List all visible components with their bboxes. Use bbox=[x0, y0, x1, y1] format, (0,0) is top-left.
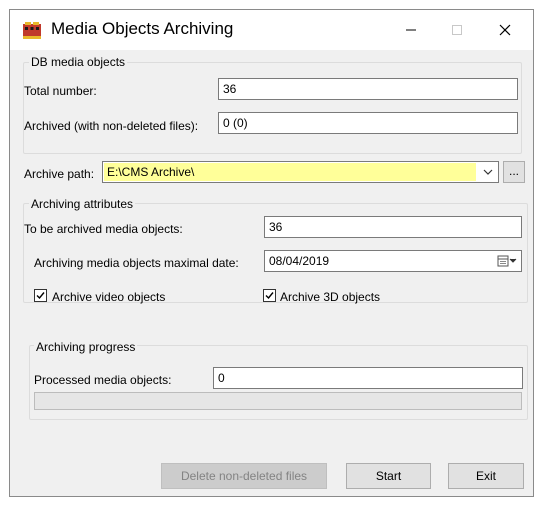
archived-field[interactable]: 0 (0) bbox=[218, 112, 518, 134]
checkmark-icon bbox=[265, 292, 274, 300]
total-number-field[interactable]: 36 bbox=[218, 78, 518, 100]
archive-video-label[interactable]: Archive video objects bbox=[52, 290, 165, 304]
minimize-icon bbox=[406, 29, 416, 31]
app-icon bbox=[22, 20, 42, 40]
archive-path-combo[interactable]: E:\CMS Archive\ bbox=[102, 161, 499, 183]
archiving-dialog: Media Objects Archiving DB media objects… bbox=[9, 9, 534, 497]
window-title: Media Objects Archiving bbox=[51, 19, 234, 38]
attributes-group-title: Archiving attributes bbox=[29, 197, 136, 211]
archive-video-checkbox[interactable] bbox=[34, 289, 47, 302]
close-button[interactable] bbox=[482, 10, 528, 50]
db-media-group-title: DB media objects bbox=[29, 55, 128, 69]
title-bar: Media Objects Archiving bbox=[10, 10, 533, 50]
processed-field[interactable]: 0 bbox=[213, 367, 523, 389]
db-media-group bbox=[23, 62, 522, 154]
maximize-icon bbox=[452, 25, 462, 35]
to-archive-field[interactable]: 36 bbox=[264, 216, 522, 238]
max-date-value: 08/04/2019 bbox=[269, 254, 330, 268]
max-date-label: Archiving media objects maximal date: bbox=[34, 256, 239, 270]
exit-button[interactable]: Exit bbox=[448, 463, 524, 489]
calendar-icon[interactable] bbox=[497, 254, 517, 271]
minimize-button[interactable] bbox=[388, 10, 434, 50]
checkmark-icon bbox=[36, 292, 45, 300]
total-number-label: Total number: bbox=[24, 84, 97, 98]
archive-path-value: E:\CMS Archive\ bbox=[104, 163, 476, 181]
start-button[interactable]: Start bbox=[346, 463, 431, 489]
archive-3d-checkbox[interactable] bbox=[263, 289, 276, 302]
to-archive-label: To be archived media objects: bbox=[24, 222, 183, 236]
max-date-picker[interactable]: 08/04/2019 bbox=[264, 250, 522, 272]
progress-group-title: Archiving progress bbox=[34, 340, 138, 354]
close-icon bbox=[499, 24, 511, 36]
delete-non-deleted-button[interactable]: Delete non-deleted files bbox=[161, 463, 327, 489]
browse-button[interactable]: ... bbox=[503, 161, 525, 183]
maximize-button bbox=[434, 10, 480, 50]
archive-path-label: Archive path: bbox=[24, 167, 95, 181]
processed-label: Processed media objects: bbox=[34, 373, 172, 387]
chevron-down-icon[interactable] bbox=[478, 162, 498, 182]
archive-3d-label[interactable]: Archive 3D objects bbox=[280, 290, 380, 304]
archived-label: Archived (with non-deleted files): bbox=[24, 119, 199, 133]
archiving-progress-bar bbox=[34, 392, 522, 410]
